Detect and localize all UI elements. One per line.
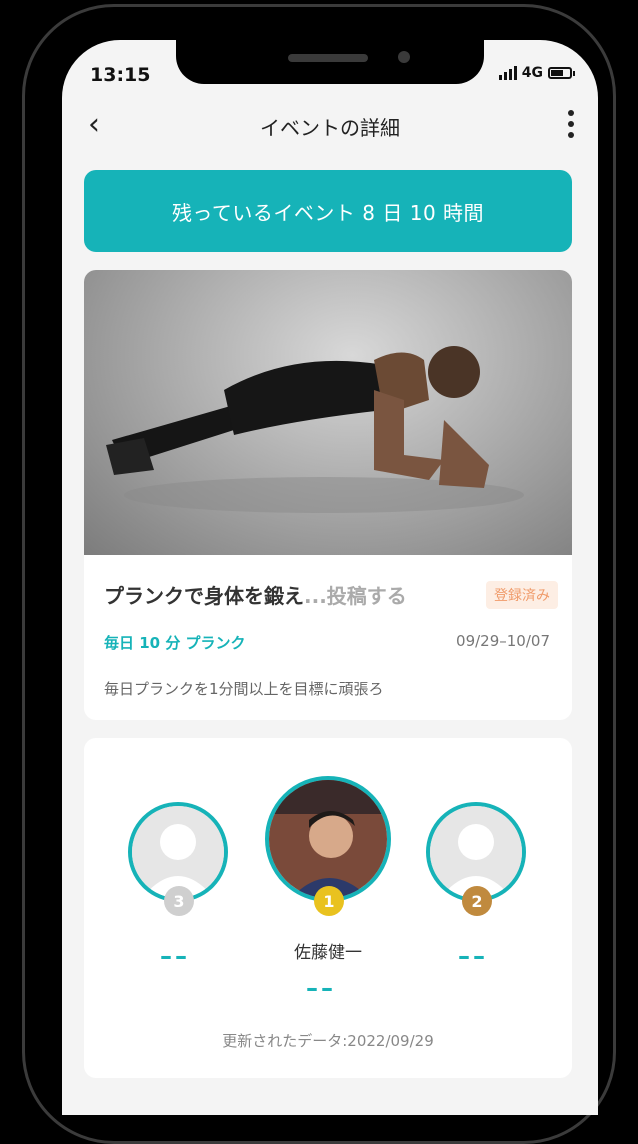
first-place-name: 佐藤健一 xyxy=(294,943,362,963)
default-avatar-icon xyxy=(132,806,224,898)
page-title: イベントの詳細 xyxy=(260,115,400,140)
event-title[interactable]: プランクで身体を鍛え...投稿する xyxy=(104,580,407,609)
countdown-banner: 残っているイベント 8 日 10 時間 xyxy=(84,170,572,252)
status-bar-right: 4G xyxy=(498,65,575,81)
user-photo xyxy=(269,780,387,898)
second-place-score: –– xyxy=(458,942,488,970)
battery-icon xyxy=(548,67,575,79)
event-description: 毎日プランクを1分間以上を目標に頑張ろ xyxy=(104,680,384,698)
signal-icon xyxy=(498,66,517,80)
event-info-row: 毎日 10 分 プランク 09/29–10/07 xyxy=(104,632,550,653)
default-avatar-icon xyxy=(430,806,522,898)
back-icon[interactable]: ‹ xyxy=(88,110,100,140)
event-hero-image xyxy=(84,270,572,555)
first-place-avatar[interactable] xyxy=(265,776,391,902)
status-time: 13:15 xyxy=(90,64,151,86)
rank-3-medal: 3 xyxy=(164,886,194,916)
event-tag: 毎日 10 分 プランク xyxy=(104,634,246,652)
update-date: 更新されたデータ:2022/09/29 xyxy=(222,1032,434,1050)
rank-2-medal: 2 xyxy=(462,886,492,916)
header-bar: ‹ イベントの詳細 xyxy=(62,100,598,152)
device-notch xyxy=(176,40,484,84)
network-label: 4G xyxy=(521,65,543,81)
event-title-truncated: ...投稿する xyxy=(304,584,407,608)
registered-badge: 登録済み xyxy=(486,580,558,609)
event-title-row: プランクで身体を鍛え...投稿する 登録済み xyxy=(104,580,558,609)
event-card: プランクで身体を鍛え...投稿する 登録済み 毎日 10 分 プランク 09/2… xyxy=(84,270,572,720)
rank-1-medal: 1 xyxy=(314,886,344,916)
more-options-icon[interactable] xyxy=(568,110,574,138)
event-dates: 09/29–10/07 xyxy=(456,632,550,650)
speaker-icon xyxy=(288,54,368,62)
camera-icon xyxy=(398,51,410,63)
event-title-text: プランクで身体を鍛え xyxy=(104,584,304,608)
plank-photo xyxy=(106,346,524,513)
first-place-score: –– xyxy=(306,974,336,1002)
ranking-card: 3 –– 1 佐藤健一 –– 2 –– 更新されたデータ:2022/09/29 xyxy=(84,738,572,1078)
app-screen: 13:15 4G ‹ イベントの詳細 残っているイベント 8 日 10 時間 プ… xyxy=(62,40,598,1115)
